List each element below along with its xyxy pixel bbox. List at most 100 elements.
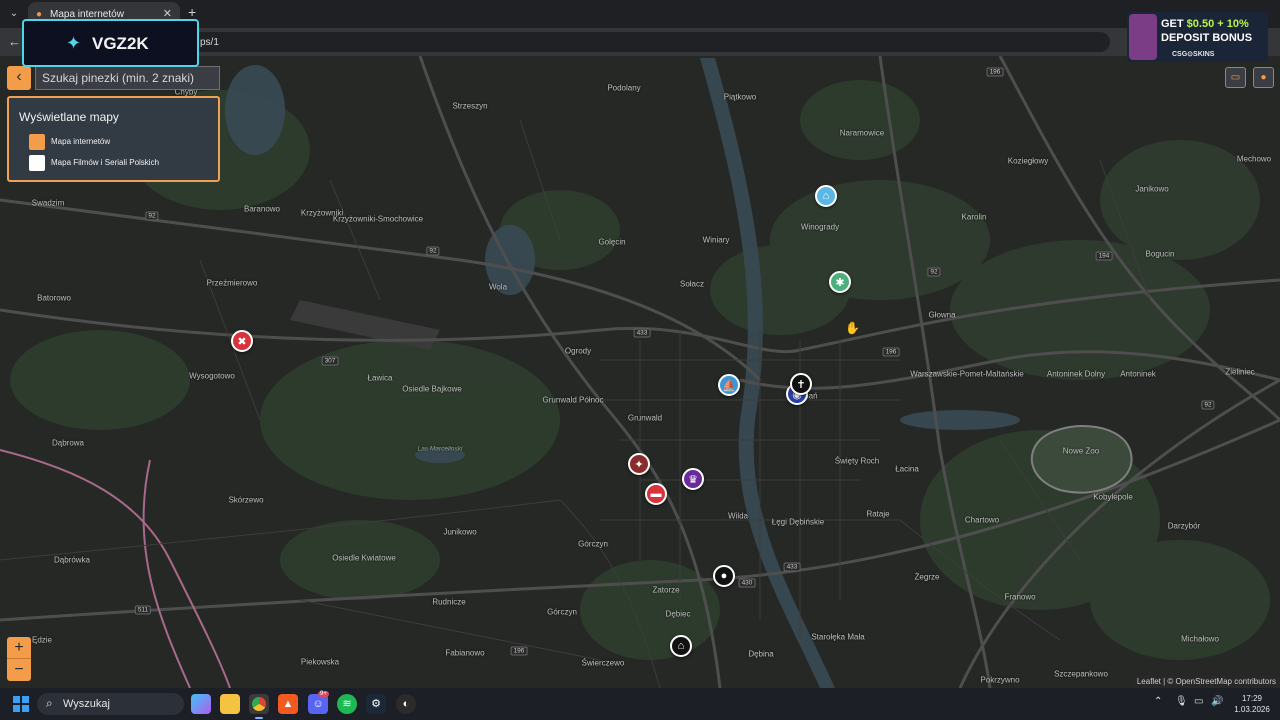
place-label: Baranowo [243, 204, 281, 214]
search-input[interactable] [35, 66, 220, 90]
place-label: Podolany [607, 83, 641, 93]
road-number: 196 [510, 646, 528, 656]
spotify-icon[interactable]: ≋ [337, 694, 357, 714]
taskbar-search[interactable]: ⌕ Wyszukaj [37, 693, 184, 715]
place-label: Łacina [895, 464, 919, 474]
chevron-up-icon[interactable]: ⌃ [1154, 696, 1162, 707]
info-icon[interactable]: ● [1253, 67, 1274, 88]
place-label: Zieliniec [1225, 367, 1255, 377]
network-icon[interactable]: ▭ [1194, 696, 1203, 707]
place-label: Dąbrówka [53, 555, 91, 565]
layer-swatch [29, 134, 45, 150]
zoom-out-button[interactable]: − [7, 659, 31, 681]
place-label: Winogrady [800, 222, 840, 232]
place-label: Głowna [928, 310, 956, 320]
microphone-icon[interactable]: 🎙 [1175, 696, 1188, 707]
ad-character-image [1129, 14, 1157, 60]
place-label: Rudnicze [432, 597, 466, 607]
place-label: Święty Roch [834, 456, 880, 466]
place-label: Koziegłowy [1007, 156, 1049, 166]
discord-badge: 9+ [318, 691, 329, 697]
place-label: Naramowice [839, 128, 885, 138]
app-icon[interactable]: ◐ [396, 694, 416, 714]
ad-brand: CSG⊙SKINS [1172, 51, 1215, 58]
place-label: Nowe Zoo [1062, 446, 1100, 456]
taskbar: ⌕ Wyszukaj ▲ ☺ 9+ ≋ ⚙ ◐ ⌃ 🎙 ▭ 🔊 17:29 1.… [0, 688, 1280, 720]
boat-icon[interactable]: ⛵ [718, 374, 740, 396]
map-attribution[interactable]: Leaflet | © OpenStreetMap contributors [1132, 676, 1280, 688]
volume-icon[interactable]: 🔊 [1211, 696, 1223, 707]
road-number: 92 [927, 267, 941, 277]
search-icon: ⌕ [46, 696, 53, 710]
chess-icon[interactable]: ♛ [682, 468, 704, 490]
steam-icon[interactable]: ⚙ [366, 694, 386, 714]
place-label: Dębiec [665, 609, 691, 619]
place-label: Zatorze [652, 585, 680, 595]
place-label: Bogucin [1145, 249, 1175, 259]
place-label: Żegrze [914, 572, 940, 582]
car-icon[interactable]: ▬ [645, 483, 667, 505]
back-button[interactable]: ‹ [7, 66, 31, 90]
place-label: Swadzim [31, 198, 65, 208]
place-label: Grunwald [627, 413, 663, 423]
road-number: 92 [1201, 400, 1215, 410]
place-label: Wilda [727, 511, 749, 521]
zoom-in-button[interactable]: + [7, 637, 31, 659]
place-label: Junikowo [443, 527, 477, 537]
brave-icon[interactable]: ▲ [278, 694, 298, 714]
copilot-icon[interactable] [191, 694, 211, 714]
place-label: Ogrody [564, 346, 592, 356]
new-tab-button[interactable]: + [188, 4, 196, 20]
chrome-icon[interactable] [249, 694, 269, 719]
road-number: 196 [986, 67, 1004, 77]
place-label: Winiary [702, 235, 730, 245]
monitor-icon[interactable]: ▭ [1225, 67, 1246, 88]
place-label: Krzyżowniki-Smochowice [332, 214, 424, 224]
place-label: Ławica [367, 373, 393, 383]
place-label: Górczyn [578, 539, 608, 549]
discord-icon[interactable]: ☺ [308, 694, 328, 714]
place-label: Darzybór [1167, 521, 1201, 531]
place-label: Franowo [1004, 592, 1036, 602]
taskbar-search-label: Wyszukaj [63, 698, 110, 710]
place-label: Górczyn [547, 607, 577, 617]
place-label: Strzeszyn [452, 101, 488, 111]
place-label: Dąbrowa [51, 438, 85, 448]
disc-icon[interactable]: ● [713, 565, 735, 587]
streamer-handle: VGZ2K [92, 34, 149, 53]
road-number: 196 [882, 347, 900, 357]
cross-icon[interactable]: ✝ [790, 373, 812, 395]
running-icon[interactable]: ✦ [628, 453, 650, 475]
place-label: Janikowo [1135, 184, 1169, 194]
layer-panel-title: Wyświetlane mapy [19, 110, 119, 124]
twitter-bird-icon: ✦ [66, 33, 82, 53]
road-number: 194 [1095, 251, 1113, 261]
place-label: Michałowo [1181, 634, 1219, 644]
place-label: Sołacz [679, 279, 705, 289]
road-number: 92 [145, 211, 159, 221]
place-label: Rataje [866, 509, 890, 519]
ad-headline: GET $0.50 + 10% [1161, 18, 1249, 30]
place-label: Antoninek Dolny [1046, 369, 1106, 379]
road-number: 433 [633, 328, 651, 338]
file-explorer-icon[interactable] [220, 694, 240, 714]
place-label: Antoninek [1120, 369, 1156, 379]
home-icon[interactable]: ⌂ [815, 185, 837, 207]
back-arrow-icon[interactable]: ← [8, 34, 21, 49]
windows-start-icon[interactable] [13, 696, 29, 712]
place-label: Karolin [961, 212, 987, 222]
car-crash-icon[interactable]: ✖ [231, 330, 253, 352]
place-label: Starołęka Mała [811, 632, 865, 642]
place-label: Golęcin [598, 237, 626, 247]
place-label: Fabianowo [445, 648, 485, 658]
place-label: Piekowska [300, 657, 340, 667]
place-label: Pokrzywno [980, 675, 1020, 685]
place-label: Przeźmierowo [206, 278, 258, 288]
building-icon[interactable]: ⌂ [670, 635, 692, 657]
layer-label: Mapa internetów [51, 137, 111, 146]
clock[interactable]: 17:29 1.03.2026 [1232, 693, 1272, 715]
tab-search-icon[interactable]: ⌄ [6, 6, 22, 22]
place-label: Las Marcelinski [417, 445, 463, 453]
place-label: Osiedle Bajkowe [402, 384, 462, 394]
paw-icon[interactable]: ✱ [829, 271, 851, 293]
